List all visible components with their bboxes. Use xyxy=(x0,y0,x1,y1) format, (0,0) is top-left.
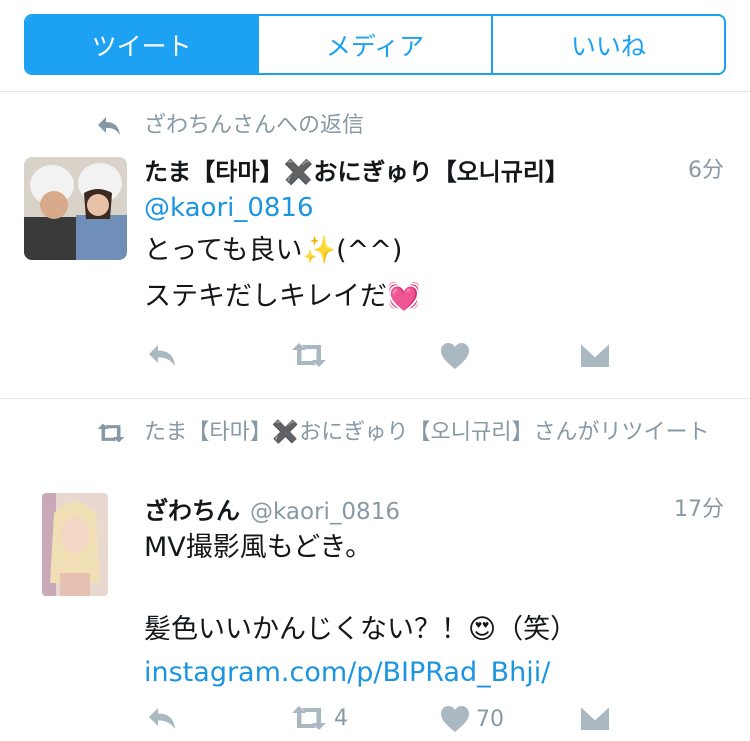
envelope-icon xyxy=(580,342,610,367)
tweet-text-line: MV撮影風もどき。 xyxy=(144,532,373,563)
retweet-icon xyxy=(292,706,326,730)
tweet-1[interactable]: ざわちんさんへの返信 たま【타마】✖️おにぎゅり【오니규리】 6分 @kaori… xyxy=(0,92,750,398)
reply-context-text: ざわちんさんへの返信 xyxy=(144,113,365,138)
author-name[interactable]: ざわちん xyxy=(144,491,240,526)
like-count: 70 xyxy=(476,706,504,732)
retweet-context-text: たま【타마】✖️おにぎゅり【오니규리】さんがリツイート xyxy=(144,420,710,445)
retweet-context: たま【타마】✖️おにぎゅり【오니규리】さんがリツイート xyxy=(96,417,724,449)
like-button[interactable] xyxy=(440,342,470,370)
author-handle[interactable]: @kaori_0816 xyxy=(250,499,400,525)
heart-icon xyxy=(441,343,469,369)
tab-media[interactable]: メディア xyxy=(257,16,490,73)
reply-icon xyxy=(96,110,132,142)
tab-tweets[interactable]: ツイート xyxy=(26,16,258,73)
tweet-text-line: 髪色いいかんじくない？！😍（笑） xyxy=(144,614,578,645)
retweet-button[interactable] xyxy=(290,342,328,368)
tweet-actions: 4 70 xyxy=(144,705,728,741)
reply-button[interactable] xyxy=(146,342,178,368)
retweet-icon xyxy=(96,417,132,449)
tweet-actions xyxy=(144,342,728,382)
tweet-text-line: とっても良い✨(^^) xyxy=(144,235,403,266)
tweet-text-line xyxy=(144,569,728,607)
direct-message-button[interactable] xyxy=(580,342,610,368)
retweet-icon xyxy=(292,343,326,367)
heart-icon xyxy=(441,706,469,732)
author-name[interactable]: たま【타마】✖️おにぎゅり【오니규리】 xyxy=(144,152,569,187)
reply-icon xyxy=(149,708,175,729)
tweet-2[interactable]: たま【타마】✖️おにぎゅり【오니규리】さんがリツイート ざわちん @kaori_… xyxy=(0,399,750,741)
reply-button[interactable] xyxy=(146,705,178,731)
tweet-text-line: ステキだしキレイだ💓 xyxy=(144,281,421,312)
tweet-content: ざわちん @kaori_0816 17分 MV撮影風もどき。 髪色いいかんじくな… xyxy=(144,491,728,693)
reply-icon xyxy=(149,345,175,366)
profile-tabs: ツイート メディア いいね xyxy=(24,14,726,75)
timestamp[interactable]: 17分 xyxy=(674,491,724,523)
direct-message-button[interactable] xyxy=(580,705,610,731)
avatar[interactable] xyxy=(24,157,127,260)
timestamp[interactable]: 6分 xyxy=(688,152,724,184)
reply-context: ざわちんさんへの返信 xyxy=(96,110,724,142)
retweet-button[interactable]: 4 xyxy=(290,705,348,731)
tab-likes[interactable]: いいね xyxy=(490,16,724,73)
tweet-content: たま【타마】✖️おにぎゅり【오니규리】 6分 @kaori_0816 とっても良… xyxy=(144,152,728,320)
envelope-icon xyxy=(580,705,610,730)
avatar[interactable] xyxy=(42,493,108,596)
instagram-link[interactable]: instagram.com/p/BIPRad_Bhji/ xyxy=(144,653,728,693)
like-button[interactable]: 70 xyxy=(440,705,504,733)
retweet-count: 4 xyxy=(334,705,348,731)
mention-link[interactable]: @kaori_0816 xyxy=(144,188,728,228)
